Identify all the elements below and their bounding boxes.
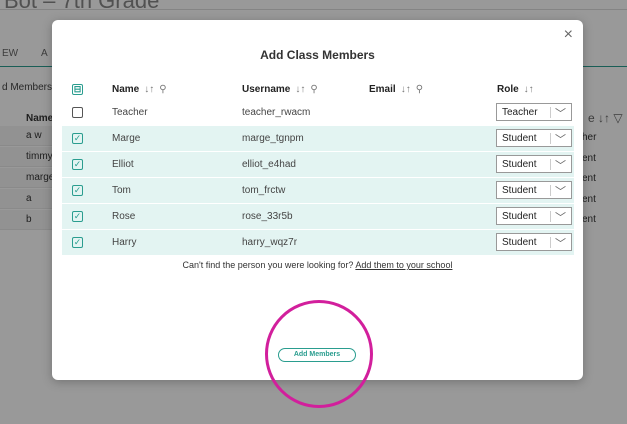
chevron-down-icon[interactable]: ﹀ bbox=[555, 183, 566, 199]
sort-icon[interactable]: ↓↑ bbox=[295, 84, 305, 95]
select-separator bbox=[550, 211, 551, 222]
row-checkbox[interactable]: ✓ bbox=[72, 185, 83, 196]
chevron-down-icon[interactable]: ﹀ bbox=[555, 105, 566, 121]
chevron-down-icon[interactable]: ﹀ bbox=[555, 209, 566, 225]
member-username: marge_tgnpm bbox=[242, 133, 304, 144]
member-name: Rose bbox=[112, 211, 136, 222]
role-select-value: Teacher bbox=[502, 107, 538, 118]
member-name: Harry bbox=[112, 237, 137, 248]
role-select-value: Student bbox=[502, 133, 537, 144]
column-header-username[interactable]: Username ↓↑ ⚲ bbox=[242, 78, 318, 100]
role-select[interactable]: Student ﹀ bbox=[496, 155, 572, 173]
row-checkbox[interactable]: ✓ bbox=[72, 237, 83, 248]
dialog-title: Add Class Members bbox=[260, 48, 375, 62]
table-row[interactable]: ✓ Rose rose_33r5b Student ﹀ bbox=[62, 204, 574, 230]
role-select[interactable]: Student ﹀ bbox=[496, 181, 572, 199]
members-table-body: Teacher teacher_rwacm Teacher ﹀ ✓ Marge … bbox=[62, 100, 574, 256]
member-name: Tom bbox=[112, 185, 131, 196]
member-name: Marge bbox=[112, 133, 141, 144]
row-checkbox[interactable] bbox=[72, 107, 83, 118]
role-select[interactable]: Teacher ﹀ bbox=[496, 103, 572, 121]
role-select-value: Student bbox=[502, 237, 537, 248]
member-username: harry_wqz7r bbox=[242, 237, 298, 248]
table-row[interactable]: ✓ Harry harry_wqz7r Student ﹀ bbox=[62, 230, 574, 256]
close-icon[interactable]: × bbox=[564, 26, 573, 44]
member-name: Elliot bbox=[112, 159, 134, 170]
row-checkbox[interactable]: ✓ bbox=[72, 211, 83, 222]
column-header-name[interactable]: Name ↓↑ ⚲ bbox=[112, 78, 167, 100]
help-message: Can't find the person you were looking f… bbox=[182, 260, 354, 270]
role-select[interactable]: Student ﹀ bbox=[496, 129, 572, 147]
search-icon[interactable]: ⚲ bbox=[416, 84, 423, 95]
table-header: ⊟ Name ↓↑ ⚲ Username ↓↑ ⚲ Email ↓↑ ⚲ Rol… bbox=[62, 78, 574, 100]
table-row[interactable]: ✓ Tom tom_frctw Student ﹀ bbox=[62, 178, 574, 204]
highlight-circle bbox=[265, 300, 373, 408]
role-select-value: Student bbox=[502, 185, 537, 196]
help-text: Can't find the person you were looking f… bbox=[52, 260, 583, 270]
role-select-value: Student bbox=[502, 159, 537, 170]
search-icon[interactable]: ⚲ bbox=[310, 84, 317, 95]
table-row[interactable]: ✓ Elliot elliot_e4had Student ﹀ bbox=[62, 152, 574, 178]
row-checkbox[interactable]: ✓ bbox=[72, 159, 83, 170]
member-name: Teacher bbox=[112, 107, 148, 118]
column-header-role[interactable]: Role ↓↑ bbox=[497, 78, 534, 100]
select-all-checkbox[interactable]: ⊟ bbox=[72, 84, 83, 95]
add-to-school-link[interactable]: Add them to your school bbox=[355, 260, 452, 270]
chevron-down-icon[interactable]: ﹀ bbox=[555, 235, 566, 251]
chevron-down-icon[interactable]: ﹀ bbox=[555, 131, 566, 147]
row-checkbox[interactable]: ✓ bbox=[72, 133, 83, 144]
select-separator bbox=[550, 107, 551, 118]
chevron-down-icon[interactable]: ﹀ bbox=[555, 157, 566, 173]
column-label: Role bbox=[497, 83, 519, 95]
column-header-email[interactable]: Email ↓↑ ⚲ bbox=[369, 78, 423, 100]
select-separator bbox=[550, 133, 551, 144]
role-select[interactable]: Student ﹀ bbox=[496, 207, 572, 225]
role-select-value: Student bbox=[502, 211, 537, 222]
role-select[interactable]: Student ﹀ bbox=[496, 233, 572, 251]
select-separator bbox=[550, 185, 551, 196]
select-separator bbox=[550, 237, 551, 248]
sort-icon[interactable]: ↓↑ bbox=[144, 84, 154, 95]
select-separator bbox=[550, 159, 551, 170]
column-label: Username bbox=[242, 83, 291, 95]
table-row[interactable]: Teacher teacher_rwacm Teacher ﹀ bbox=[62, 100, 574, 126]
member-username: teacher_rwacm bbox=[242, 107, 311, 118]
search-icon[interactable]: ⚲ bbox=[159, 84, 166, 95]
column-label: Name bbox=[112, 83, 140, 95]
member-username: rose_33r5b bbox=[242, 211, 293, 222]
member-username: tom_frctw bbox=[242, 185, 286, 196]
sort-icon[interactable]: ↓↑ bbox=[401, 84, 411, 95]
sort-icon[interactable]: ↓↑ bbox=[524, 84, 534, 95]
member-username: elliot_e4had bbox=[242, 159, 296, 170]
column-label: Email bbox=[369, 83, 396, 95]
table-row[interactable]: ✓ Marge marge_tgnpm Student ﹀ bbox=[62, 126, 574, 152]
